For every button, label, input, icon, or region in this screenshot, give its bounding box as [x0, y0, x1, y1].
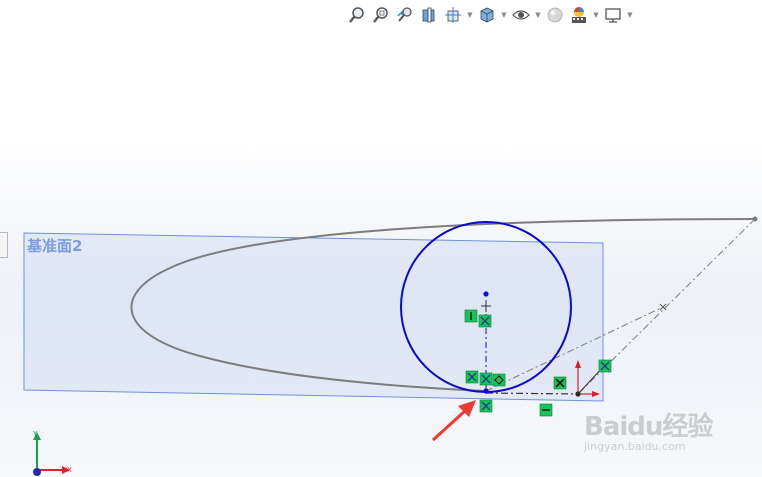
- view-settings-dropdown-icon[interactable]: ▼: [626, 4, 634, 26]
- circle-center-point[interactable]: [483, 291, 489, 297]
- reference-triad[interactable]: Y X: [32, 430, 72, 476]
- annotation-arrow: [431, 400, 476, 442]
- apply-scene-icon[interactable]: [568, 4, 590, 26]
- horizontal-relation-icon[interactable]: [539, 403, 553, 417]
- display-style-icon[interactable]: [476, 4, 498, 26]
- view-orientation-dropdown-icon[interactable]: ▼: [466, 4, 474, 26]
- edit-appearance-icon[interactable]: [544, 4, 566, 26]
- section-view-icon[interactable]: [418, 4, 440, 26]
- coincident-relation-icon-3[interactable]: [479, 372, 493, 386]
- fix-relation-icon[interactable]: [553, 376, 567, 390]
- view-orientation-icon[interactable]: [442, 4, 464, 26]
- tangent-relation-icon[interactable]: [492, 373, 506, 387]
- zoom-to-fit-icon[interactable]: [346, 4, 368, 26]
- hide-show-dropdown-icon[interactable]: ▼: [534, 4, 542, 26]
- watermark-brand: Baidu经验: [584, 412, 713, 442]
- coincident-relation-icon-5[interactable]: [598, 359, 612, 373]
- display-style-dropdown-icon[interactable]: ▼: [500, 4, 508, 26]
- feature-manager-collapse-tab[interactable]: [0, 232, 8, 258]
- triad-x-label: X: [67, 466, 72, 474]
- watermark: Baidu经验 jingyan.baidu.com: [584, 394, 744, 464]
- datum-plane-2[interactable]: [23, 232, 604, 402]
- coincident-relation-icon-2[interactable]: [465, 370, 479, 384]
- heads-up-view-toolbar: ▼ ▼ ▼ ▼ ▼: [346, 4, 634, 26]
- datum-plane-label[interactable]: 基准面2: [27, 235, 82, 256]
- coincident-relation-icon-4[interactable]: [479, 399, 493, 413]
- circle-bottom-point[interactable]: [483, 388, 489, 394]
- zoom-to-area-icon[interactable]: [370, 4, 392, 26]
- coincident-relation-icon[interactable]: [478, 314, 492, 328]
- vertical-relation-icon[interactable]: [464, 309, 478, 323]
- watermark-site: jingyan.baidu.com: [584, 440, 686, 453]
- apply-scene-dropdown-icon[interactable]: ▼: [592, 4, 600, 26]
- midpoint-marker[interactable]: [659, 303, 667, 311]
- hide-show-items-icon[interactable]: [510, 4, 532, 26]
- view-settings-icon[interactable]: [602, 4, 624, 26]
- triad-y-label: Y: [32, 430, 38, 438]
- previous-view-icon[interactable]: [394, 4, 416, 26]
